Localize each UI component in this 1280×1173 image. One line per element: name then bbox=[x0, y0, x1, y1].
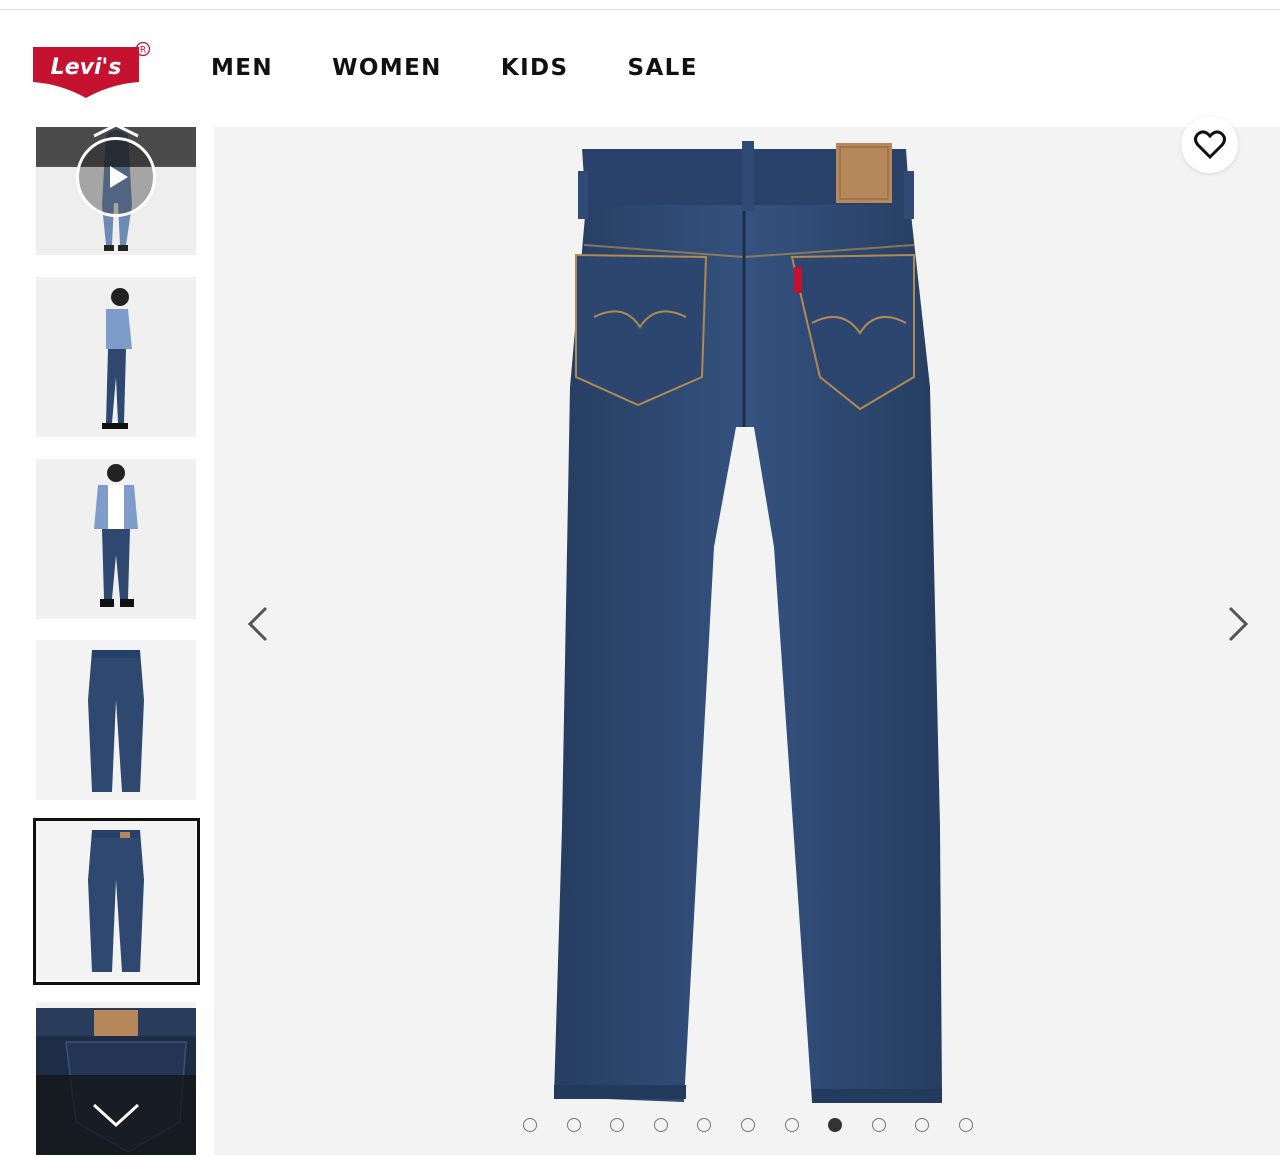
svg-text:R: R bbox=[140, 46, 146, 56]
slide-dot[interactable] bbox=[610, 1118, 625, 1132]
wishlist-button[interactable] bbox=[1181, 116, 1238, 173]
slide-indicator bbox=[523, 1118, 1003, 1134]
slide-dot[interactable] bbox=[697, 1118, 712, 1132]
main-nav: MEN WOMEN KIDS SALE bbox=[211, 55, 698, 81]
levis-logo[interactable]: Levi's R bbox=[31, 40, 157, 98]
slide-dot[interactable] bbox=[958, 1118, 973, 1132]
jeans-back-image bbox=[214, 127, 1280, 1155]
nav-women[interactable]: WOMEN bbox=[332, 55, 442, 81]
slide-dot[interactable] bbox=[523, 1118, 537, 1132]
chevron-down-icon bbox=[92, 1103, 140, 1128]
nav-sale[interactable]: SALE bbox=[627, 55, 697, 81]
previous-image-button[interactable] bbox=[240, 600, 280, 650]
site-header: Levi's R MEN WOMEN KIDS SALE bbox=[0, 10, 1280, 127]
video-play-button[interactable] bbox=[76, 137, 156, 217]
slide-dot[interactable] bbox=[871, 1118, 886, 1132]
thumbnail-side-view[interactable] bbox=[36, 277, 196, 437]
thumbnail-rail bbox=[36, 127, 196, 1155]
play-icon bbox=[110, 166, 128, 188]
slide-dot[interactable] bbox=[566, 1118, 581, 1132]
slide-dot[interactable] bbox=[784, 1118, 799, 1132]
slide-dot[interactable] bbox=[915, 1118, 930, 1132]
slide-dot[interactable] bbox=[828, 1118, 843, 1132]
thumbnail-scroll-down-button[interactable] bbox=[36, 1075, 196, 1155]
slide-dot[interactable] bbox=[740, 1118, 755, 1132]
thumbnail-flat-front[interactable] bbox=[36, 640, 196, 800]
slide-dot[interactable] bbox=[653, 1118, 668, 1132]
svg-text:Levi's: Levi's bbox=[51, 55, 122, 80]
thumbnail-flat-back[interactable] bbox=[36, 820, 196, 980]
next-image-button[interactable] bbox=[1218, 600, 1258, 650]
thumbnail-front-model[interactable] bbox=[36, 459, 196, 619]
nav-kids[interactable]: KIDS bbox=[501, 55, 569, 81]
nav-men[interactable]: MEN bbox=[211, 55, 273, 81]
chevron-right-icon bbox=[1228, 606, 1249, 642]
heart-icon bbox=[1194, 130, 1226, 160]
main-product-image bbox=[214, 127, 1280, 1155]
chevron-left-icon bbox=[247, 606, 268, 642]
